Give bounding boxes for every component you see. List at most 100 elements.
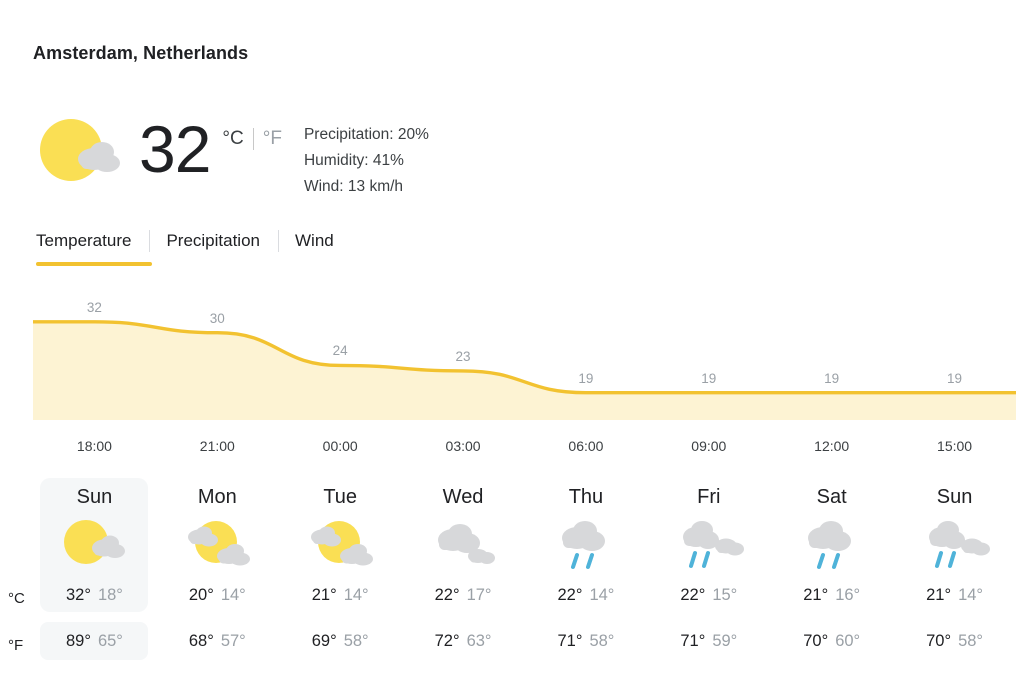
- sunny-cloud-icon: [58, 514, 130, 576]
- chart-point-label: 23: [455, 348, 471, 364]
- active-tab-indicator: [36, 262, 152, 266]
- day-label: Sun: [936, 486, 973, 508]
- row-label-fahrenheit: °F: [8, 637, 24, 654]
- row-label-celsius: °C: [8, 590, 25, 607]
- chart-tabs: Temperature Precipitation Wind: [33, 230, 352, 252]
- time-axis-label: 03:00: [445, 438, 481, 454]
- day-label: Fri: [697, 486, 721, 508]
- temp-high: 22°: [557, 586, 583, 604]
- temp-low: 58°: [589, 632, 615, 650]
- temp-high: 89°: [65, 632, 91, 650]
- time-axis-label: 00:00: [322, 438, 358, 454]
- partly-cloudy-icon: [304, 514, 376, 576]
- chart-area-fill: [33, 321, 1016, 420]
- temp-high: 32°: [65, 586, 91, 604]
- humidity-text: Humidity: 41%: [303, 152, 404, 169]
- day-temps-celsius: 20° 14°: [163, 586, 271, 605]
- rain-icon: [550, 514, 622, 576]
- tab-temperature[interactable]: Temperature: [33, 231, 149, 251]
- day-temps-fahrenheit: 70° 58°: [901, 632, 1009, 651]
- temp-low: 16°: [835, 586, 861, 604]
- daily-forecast: Sun 32° 18° 89° 65° Mon 20° 14° 68° 57° Tue 21° 14° 6…: [0, 470, 1024, 670]
- unit-celsius-button[interactable]: °C: [222, 128, 243, 150]
- current-temperature: 32: [139, 112, 211, 186]
- partly-sunny-icon: [33, 110, 129, 198]
- page-title: Amsterdam, Netherlands: [33, 43, 249, 63]
- time-axis-label: 21:00: [199, 438, 235, 454]
- temp-high: 69°: [311, 632, 337, 650]
- day-temps-fahrenheit: 89° 65°: [40, 632, 148, 651]
- temp-high: 21°: [803, 586, 829, 604]
- temp-high: 70°: [926, 632, 952, 650]
- day-label: Tue: [323, 486, 358, 508]
- temp-high: 21°: [926, 586, 952, 604]
- day-temps-celsius: 32° 18°: [40, 586, 148, 605]
- tab-divider: [278, 230, 279, 252]
- temp-low: 58°: [343, 632, 369, 650]
- unit-divider: [252, 128, 254, 150]
- day-temps-celsius: 21° 14°: [286, 586, 394, 605]
- rain-cloudy-icon: [673, 514, 745, 576]
- day-temps-fahrenheit: 68° 57°: [163, 632, 271, 651]
- day-temps-fahrenheit: 70° 60°: [778, 632, 886, 651]
- temperature-chart[interactable]: 32 30 24 23 19 19 19 19: [33, 300, 1016, 420]
- temp-low: 57°: [220, 632, 246, 650]
- chart-point-label: 19: [578, 370, 594, 386]
- unit-toggle[interactable]: °C °F: [222, 128, 282, 150]
- day-label: Mon: [197, 486, 237, 508]
- day-temps-fahrenheit: 71° 58°: [532, 632, 640, 651]
- temp-low: 65°: [97, 632, 123, 650]
- tab-wind[interactable]: Wind: [295, 231, 352, 251]
- temp-high: 21°: [311, 586, 337, 604]
- cloudy-icon: [427, 514, 499, 576]
- partly-cloudy-icon: [181, 514, 253, 576]
- chart-time-axis: 18:00 21:00 00:00 03:00 06:00 09:00 12:00 15:00: [33, 438, 1016, 460]
- temp-low: 15°: [712, 586, 738, 604]
- time-axis-label: 12:00: [814, 438, 850, 454]
- chart-svg: [33, 320, 1016, 420]
- time-axis-label: 18:00: [76, 438, 112, 454]
- time-axis-label: 15:00: [937, 438, 973, 454]
- day-temps-celsius: 22° 15°: [655, 586, 763, 605]
- day-temps-celsius: 21° 16°: [778, 586, 886, 605]
- chart-point-label: 19: [824, 370, 840, 386]
- temp-high: 22°: [680, 586, 706, 604]
- temp-low: 14°: [958, 586, 984, 604]
- unit-fahrenheit-button[interactable]: °F: [263, 128, 282, 150]
- temp-low: 60°: [835, 632, 861, 650]
- temp-low: 14°: [220, 586, 246, 604]
- temp-low: 59°: [712, 632, 738, 650]
- precipitation-text: Precipitation: 20%: [303, 126, 429, 143]
- temp-high: 72°: [434, 632, 460, 650]
- chart-point-label: 30: [209, 310, 225, 326]
- temp-high: 71°: [557, 632, 583, 650]
- temp-low: 18°: [97, 586, 123, 604]
- chart-point-label: 24: [332, 343, 348, 359]
- day-label: Sat: [816, 486, 847, 508]
- day-label: Sun: [76, 486, 113, 508]
- chart-point-label: 19: [947, 370, 963, 386]
- day-label: Wed: [442, 486, 484, 508]
- temp-high: 71°: [680, 632, 706, 650]
- day-temps-celsius: 21° 14°: [901, 586, 1009, 605]
- temp-high: 68°: [188, 632, 214, 650]
- rain-icon: [796, 514, 868, 576]
- temp-low: 58°: [958, 632, 984, 650]
- tab-precipitation[interactable]: Precipitation: [166, 231, 278, 251]
- tab-divider: [149, 230, 151, 252]
- temp-high: 20°: [188, 586, 214, 604]
- day-label: Thu: [568, 486, 604, 508]
- rain-cloudy-icon: [919, 514, 991, 576]
- day-temps-celsius: 22° 14°: [532, 586, 640, 605]
- day-temps-fahrenheit: 69° 58°: [286, 632, 394, 651]
- day-temps-celsius: 22° 17°: [409, 586, 517, 605]
- time-axis-label: 06:00: [568, 438, 604, 454]
- temp-low: 14°: [343, 586, 369, 604]
- wind-text: Wind: 13 km/h: [303, 178, 404, 195]
- current-conditions: 32 °C °F Precipitation: 20% Humidity: 41…: [33, 110, 429, 200]
- temp-low: 63°: [466, 632, 492, 650]
- temp-low: 14°: [589, 586, 615, 604]
- temp-high: 70°: [803, 632, 829, 650]
- chart-point-label: 32: [86, 300, 102, 315]
- time-axis-label: 09:00: [691, 438, 727, 454]
